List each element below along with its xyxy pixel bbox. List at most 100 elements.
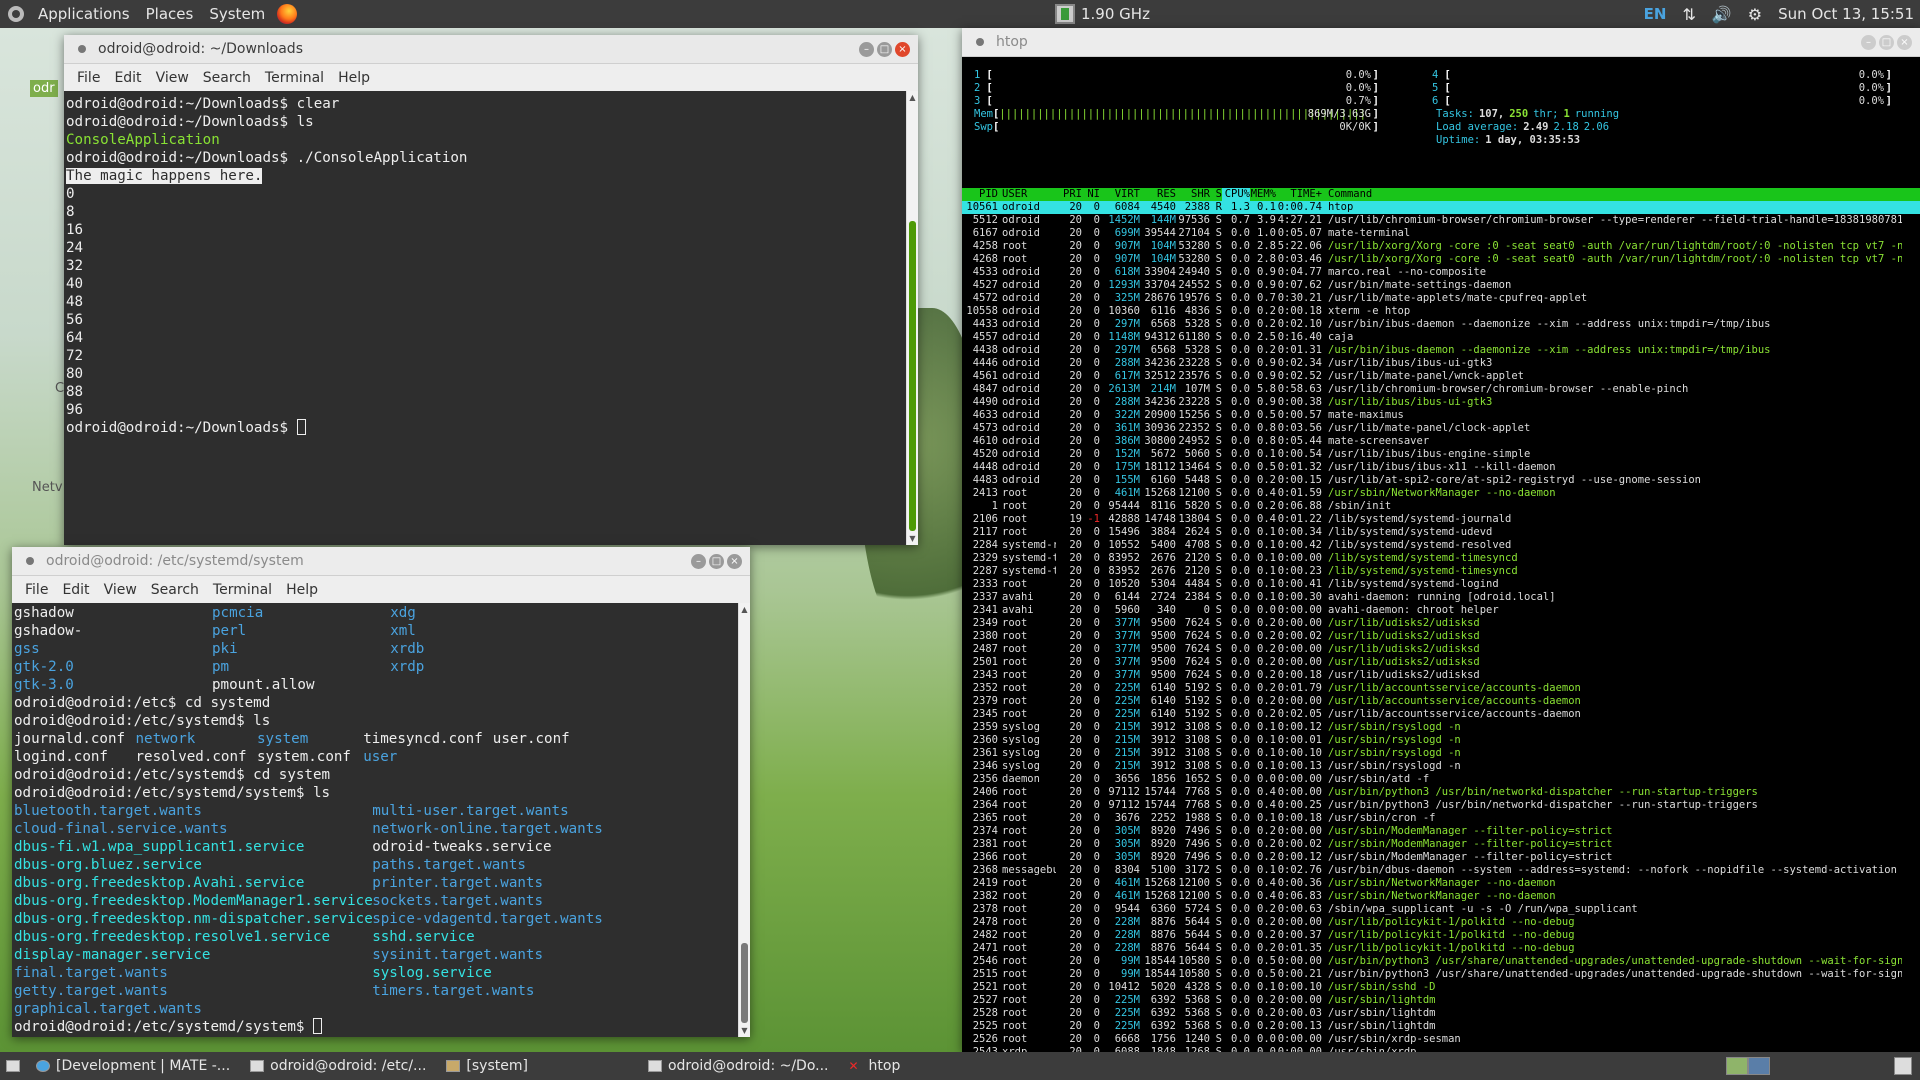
maximize-button[interactable]: □ <box>877 42 892 57</box>
maximize-button[interactable]: □ <box>709 554 724 569</box>
cpufreq-applet[interactable]: 1.90 GHz <box>1055 0 1150 28</box>
column-header-shr[interactable]: SHR <box>1176 188 1210 201</box>
scroll-up-arrow-icon[interactable]: ▲ <box>739 605 750 614</box>
htop-screen[interactable]: 1 [0.0%] 2 [0.0%] 3 [0.7%] 4 [0.0%] 5 [0.0%] 6 [0.0… <box>962 57 1920 1078</box>
process-row[interactable]: 4520 odroid 20 0 152M 5672 5060 S 0.0 0.1 0:00.54 /… <box>962 448 1920 461</box>
process-row[interactable]: 4561 odroid 20 0 617M 32512 23576 S 0.0 0.9 0:02.5… <box>962 370 1920 383</box>
menu-file[interactable]: File <box>18 582 55 598</box>
menu-edit[interactable]: Edit <box>55 582 96 598</box>
process-row[interactable]: 2333 root 20 0 10520 5304 4484 S 0.0 0.1 0:00.41/l… <box>962 578 1920 591</box>
process-row[interactable]: 4438 odroid 20 0 297M 6568 5328 S 0.0 0.2 0:01.31 /… <box>962 344 1920 357</box>
process-row[interactable]: 4483 odroid 20 0 155M 6160 5448 S 0.0 0.2 0:00.15 /… <box>962 474 1920 487</box>
process-row[interactable]: 2345 root 20 0 225M 6140 5192 S 0.0 0.2 0:02.05/us… <box>962 708 1920 721</box>
process-row[interactable]: 4490 odroid 20 0 288M 34236 23228 S 0.0 0.9 0:00.3… <box>962 396 1920 409</box>
system-menu[interactable]: System <box>201 0 273 28</box>
process-row[interactable]: 2284 systemd-r 20 0 10552 5400 4708 S 0.0 0.1 0:00… <box>962 539 1920 552</box>
clock[interactable]: Sun Oct 13, 15:51 <box>1778 5 1914 23</box>
firefox-icon[interactable] <box>277 4 298 24</box>
column-header-s[interactable]: S <box>1210 188 1222 201</box>
process-row[interactable]: 2487 root 20 0 377M 9500 7624 S 0.0 0.2 0:00.00/us… <box>962 643 1920 656</box>
menu-view[interactable]: View <box>97 582 144 598</box>
process-table-header[interactable]: PID USER PRI NI VIRT RES SHR S CPU% MEM% TIME+ Comm… <box>962 188 1920 201</box>
process-row[interactable]: 2329 systemd-t 20 0 83952 2676 2120 S 0.0 0.1 0:00… <box>962 552 1920 565</box>
process-row[interactable]: 2527 root 20 0 225M 6392 5368 S 0.0 0.2 0:00.00/us… <box>962 994 1920 1007</box>
process-row[interactable]: 2349 root 20 0 377M 9500 7624 S 0.0 0.2 0:00.00/us… <box>962 617 1920 630</box>
terminal-output[interactable]: gshadow pcmcia xdg gshadow-perl xml gss pki xrd… <box>14 603 736 1037</box>
process-row[interactable]: 4527 odroid 20 0 1293M 33704 24552 S 0.0 0.9 0:07.… <box>962 279 1920 292</box>
process-row[interactable]: 4633 odroid 20 0 322M 20900 15256 S 0.0 0.5 0:00.5… <box>962 409 1920 422</box>
process-row[interactable]: 2413 root 20 0 461M 15268 12100 S 0.0 0.4 0:01.59 /… <box>962 487 1920 500</box>
minimize-button[interactable]: – <box>691 554 706 569</box>
window-titlebar[interactable]: odroid@odroid: ~/Downloads – □ × <box>64 35 918 64</box>
process-row[interactable]: 10558 odroid 20 0 10360 6116 4836 S 0.0 0.2 0:00.1… <box>962 305 1920 318</box>
process-row[interactable]: 4446 odroid 20 0 288M 34236 23228 S 0.0 0.9 0:02.3… <box>962 357 1920 370</box>
menu-help[interactable]: Help <box>279 582 325 598</box>
column-header-cmd[interactable]: Command <box>1322 188 1902 201</box>
window-menu-icon[interactable] <box>26 557 34 565</box>
column-header-pid[interactable]: PID <box>962 188 998 201</box>
process-row[interactable]: 2361 syslog 20 0 215M 3912 3108 S 0.0 0.1 0:00.10 /… <box>962 747 1920 760</box>
workspace-switcher[interactable] <box>1726 1057 1770 1075</box>
process-row[interactable]: 2525 root 20 0 225M 6392 5368 S 0.0 0.2 0:00.13/us… <box>962 1020 1920 1033</box>
mate-logo-icon[interactable] <box>8 6 24 22</box>
column-header-time[interactable]: TIME+ <box>1276 188 1322 201</box>
scroll-down-arrow-icon[interactable]: ▼ <box>907 534 918 543</box>
process-row[interactable]: 2381 root 20 0 305M 8920 7496 S 0.0 0.2 0:00.02/us… <box>962 838 1920 851</box>
places-menu[interactable]: Places <box>138 0 202 28</box>
process-row[interactable]: 2521 root 20 0 10412 5020 4328 S 0.0 0.1 0:00.10/u… <box>962 981 1920 994</box>
scroll-down-arrow-icon[interactable]: ▼ <box>739 1026 750 1035</box>
process-row[interactable]: 2419 root 20 0 461M 15268 12100 S 0.0 0.4 0:00.36 /… <box>962 877 1920 890</box>
taskbar-item[interactable]: odroid@odroid: /etc/... <box>240 1052 436 1080</box>
process-row[interactable]: 2374 root 20 0 305M 8920 7496 S 0.0 0.2 0:00.00/us… <box>962 825 1920 838</box>
process-row[interactable]: 4448 odroid 20 0 175M 18112 13464 S 0.0 0.5 0:01.3… <box>962 461 1920 474</box>
minimize-button[interactable]: – <box>859 42 874 57</box>
column-header-user[interactable]: USER <box>998 188 1056 201</box>
applications-menu[interactable]: Applications <box>30 0 138 28</box>
process-row[interactable]: 4268 root 20 0 907M 104M 53280 S 0.0 2.8 0:03.46/u… <box>962 253 1920 266</box>
taskbar-item[interactable]: [system] <box>436 1052 538 1080</box>
process-row[interactable]: 6167 odroid 20 0 699M 39544 27104 S 0.0 1.0 0:05.0… <box>962 227 1920 240</box>
process-row[interactable]: 2368 messagebu 20 0 8304 5100 3172 S 0.0 0.1 0:02.… <box>962 864 1920 877</box>
process-row[interactable]: 2478 root 20 0 228M 8876 5644 S 0.0 0.2 0:00.00/us… <box>962 916 1920 929</box>
show-desktop-button[interactable] <box>0 1052 26 1080</box>
menu-terminal[interactable]: Terminal <box>206 582 279 598</box>
process-row[interactable]: 2501 root 20 0 377M 9500 7624 S 0.0 0.2 0:00.00/us… <box>962 656 1920 669</box>
close-button[interactable]: × <box>1897 35 1912 50</box>
scrollbar-thumb[interactable] <box>909 221 916 531</box>
process-row[interactable]: 2406 root 20 0 97112 15744 7768 S 0.0 0.4 0:00.00 /… <box>962 786 1920 799</box>
scrollbar[interactable]: ▲ ▼ <box>906 91 918 545</box>
process-row[interactable]: 2341 avahi 20 0 5960 340 0 S 0.0 0.0 0:00.00 avahi-… <box>962 604 1920 617</box>
menu-help[interactable]: Help <box>331 70 377 86</box>
process-row[interactable]: 2106 root 19 -1 42888 14748 13804 S 0.0 0.4 0:01.2… <box>962 513 1920 526</box>
workspace-2[interactable] <box>1748 1057 1770 1075</box>
process-row[interactable]: 10561 odroid 20 0 6084 4540 2388 R 1.3 0.1 0:00.74… <box>962 201 1920 214</box>
process-row[interactable]: 2382 root 20 0 461M 15268 12100 S 0.0 0.4 0:06.83 /… <box>962 890 1920 903</box>
menu-file[interactable]: File <box>70 70 107 86</box>
process-row[interactable]: 2346 syslog 20 0 215M 3912 3108 S 0.0 0.1 0:00.13 /… <box>962 760 1920 773</box>
process-row[interactable]: 5512 odroid 20 0 1452M 144M 97536 S 0.7 3.9 4:27.2… <box>962 214 1920 227</box>
taskbar-item[interactable]: [Development | MATE -... <box>26 1052 240 1080</box>
column-header-pri[interactable]: PRI <box>1056 188 1082 201</box>
column-header-ni[interactable]: NI <box>1082 188 1100 201</box>
column-header-mem[interactable]: MEM% <box>1250 188 1276 201</box>
scrollbar-thumb[interactable] <box>741 943 748 1023</box>
window-titlebar[interactable]: htop – □ × <box>962 28 1920 57</box>
desktop-icon-label[interactable]: Netv <box>32 480 63 495</box>
process-row[interactable]: 2365 root 20 0 3676 2252 1988 S 0.0 0.1 0:00.18/us… <box>962 812 1920 825</box>
window-menu-icon[interactable] <box>976 38 984 46</box>
close-button[interactable]: × <box>895 42 910 57</box>
trash-icon[interactable] <box>1894 1057 1912 1075</box>
process-row[interactable]: 2364 root 20 0 97112 15744 7768 S 0.0 0.4 0:00.25 /… <box>962 799 1920 812</box>
process-row[interactable]: 4847 odroid 20 0 2613M 214M 107M S 0.0 5.8 0:58.63… <box>962 383 1920 396</box>
settings-gear-icon[interactable]: ⚙ <box>1748 5 1762 24</box>
column-header-virt[interactable]: VIRT <box>1100 188 1140 201</box>
window-titlebar[interactable]: odroid@odroid: /etc/systemd/system – □ × <box>12 547 750 576</box>
process-row[interactable]: 4557 odroid 20 0 1148M 94312 61180 S 0.0 2.5 0:16.… <box>962 331 1920 344</box>
process-row[interactable]: 2287 systemd-t 20 0 83952 2676 2120 S 0.0 0.1 0:00… <box>962 565 1920 578</box>
process-row[interactable]: 1 root 20 0 95444 8116 5820 S 0.0 0.2 0:06.88/sbin… <box>962 500 1920 513</box>
process-row[interactable]: 4572 odroid 20 0 325M 28676 19576 S 0.0 0.7 0:30.2… <box>962 292 1920 305</box>
process-row[interactable]: 2528 root 20 0 225M 6392 5368 S 0.0 0.2 0:00.03/us… <box>962 1007 1920 1020</box>
minimize-button[interactable]: – <box>1861 35 1876 50</box>
terminal-output[interactable]: odroid@odroid:~/Downloads$ clear odroid@o… <box>66 92 904 544</box>
process-row[interactable]: 2117 root 20 0 15496 3884 2624 S 0.0 0.1 0:00.34/l… <box>962 526 1920 539</box>
